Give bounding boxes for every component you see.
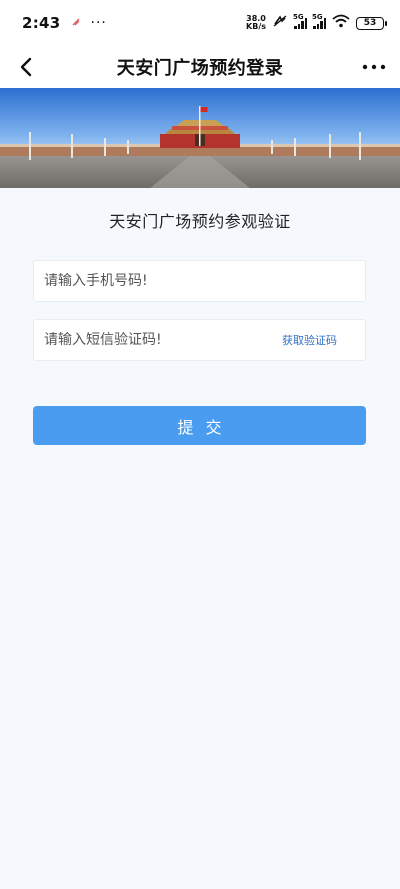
more-options-button[interactable] bbox=[358, 52, 390, 82]
navigation-bar: 天安门广场预约登录 bbox=[0, 46, 400, 88]
chevron-left-icon bbox=[20, 57, 32, 77]
mute-icon bbox=[272, 14, 288, 32]
status-more-dots: ··· bbox=[90, 15, 107, 31]
sim1-tag: 5G bbox=[293, 13, 304, 21]
notification-icon bbox=[71, 15, 81, 31]
status-right: 38.0 KB/s 5G 5G 53 bbox=[246, 13, 387, 32]
tiananmen-banner-image bbox=[0, 88, 400, 188]
more-horizontal-icon bbox=[362, 64, 386, 70]
battery-icon: 53 bbox=[356, 16, 387, 30]
form-title: 天安门广场预约参观验证 bbox=[109, 212, 291, 231]
submit-button[interactable]: 提交 bbox=[33, 406, 366, 445]
sms-code-field-container: 获取验证码 bbox=[33, 319, 366, 361]
battery-level: 53 bbox=[363, 18, 377, 28]
network-speed-unit: KB/s bbox=[246, 22, 266, 31]
get-code-link[interactable]: 获取验证码 bbox=[282, 332, 355, 348]
sim1-signal-icon: 5G bbox=[293, 13, 307, 29]
phone-input[interactable] bbox=[44, 273, 355, 289]
status-time: 2:43 bbox=[22, 14, 61, 32]
back-button[interactable] bbox=[12, 52, 40, 82]
wifi-icon bbox=[332, 14, 350, 32]
network-speed: 38.0 KB/s bbox=[246, 15, 266, 31]
sim2-tag: 5G bbox=[312, 13, 323, 21]
status-left: 2:43 ··· bbox=[22, 14, 107, 32]
sms-code-input[interactable] bbox=[44, 332, 282, 348]
phone-field-container bbox=[33, 260, 366, 302]
sim2-signal-icon: 5G bbox=[312, 13, 326, 29]
page-title: 天安门广场预约登录 bbox=[116, 58, 284, 79]
status-bar: 2:43 ··· 38.0 KB/s 5G 5G 53 bbox=[0, 0, 400, 46]
